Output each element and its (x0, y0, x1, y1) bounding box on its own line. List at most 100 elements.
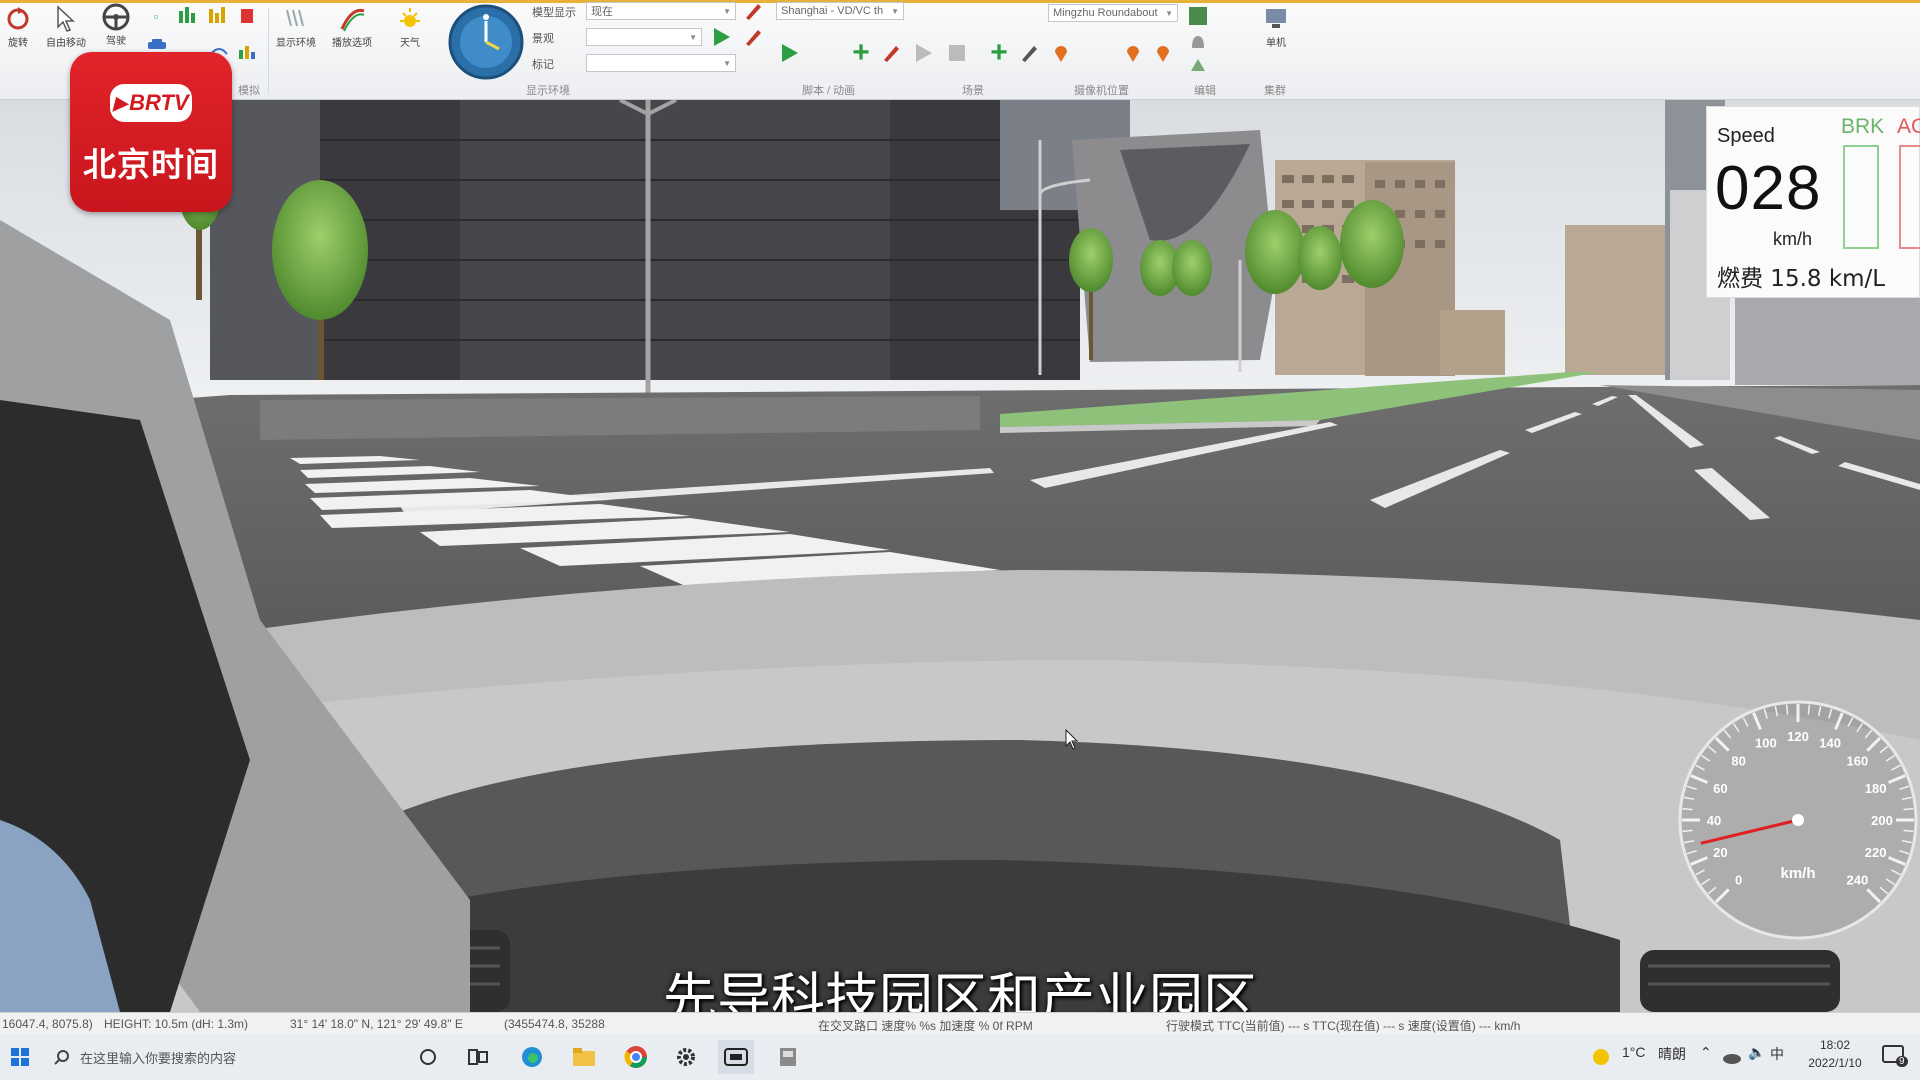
marker-select[interactable]: ▼ (586, 54, 736, 72)
weather-label: 天气 (400, 38, 420, 49)
cursor-icon (51, 4, 81, 34)
group-label-cluster: 集群 (1264, 85, 1286, 97)
fuel-economy: 燃费 15.8 km/L (1717, 266, 1886, 292)
standalone-label: 单机 (1266, 38, 1286, 49)
bar-chart-red-icon[interactable] (236, 4, 258, 26)
ime-indicator[interactable]: 中 (1770, 1044, 1784, 1064)
pen-icon[interactable] (1016, 40, 1042, 66)
tree-icon[interactable] (1186, 56, 1210, 76)
clock[interactable]: 18:02 2022/1/10 (1800, 1036, 1870, 1072)
search-icon (54, 1050, 69, 1065)
task-view-button[interactable] (460, 1040, 496, 1074)
map-select[interactable]: Shanghai - VD/VC th ▼ (776, 2, 904, 20)
time-of-day-dial-icon[interactable] (446, 2, 526, 82)
location-select[interactable]: Mingzhu Roundabout ▼ (1048, 4, 1178, 22)
chevron-down-icon: ▼ (723, 6, 731, 16)
add-icon[interactable]: + (848, 36, 874, 69)
speedometer-tick (1682, 807, 1693, 811)
image-icon[interactable] (1186, 4, 1210, 28)
windows-icon (11, 1048, 29, 1066)
bar-chart-green-icon[interactable] (176, 4, 198, 26)
map-select-value: Shanghai - VD/VC th (781, 5, 884, 17)
speedometer-tick-label: 120 (1787, 729, 1809, 744)
weather-button[interactable]: 天气 (390, 4, 430, 49)
rotate-button[interactable]: 旋转 (2, 4, 34, 49)
model-display-value: 现在 (591, 6, 613, 18)
edge-button[interactable] (514, 1040, 550, 1074)
speedometer-tick-label: 20 (1713, 845, 1727, 860)
simulator-app-button[interactable] (718, 1040, 754, 1074)
toggle-icon[interactable]: ▫ (146, 6, 166, 26)
drive-label: 驾驶 (106, 36, 126, 47)
logo-channel-name: 北京时间 (83, 145, 219, 184)
speedometer-tick-label: 0 (1735, 872, 1742, 887)
app-window-button[interactable] (770, 1040, 806, 1074)
speed-label: Speed (1717, 125, 1775, 147)
camera-marker-icon[interactable] (1048, 40, 1074, 66)
play-disabled-icon[interactable] (910, 40, 936, 66)
settings-button[interactable] (668, 1040, 704, 1074)
speedometer-tick-label: 220 (1865, 845, 1887, 860)
group-label-scene: 场景 (962, 85, 984, 97)
cortana-button[interactable] (410, 1040, 446, 1074)
cloud-icon[interactable] (1722, 1050, 1742, 1064)
status-latlon: 31° 14' 18.0" N, 121° 29' 49.8" E (290, 1017, 463, 1031)
tray-temperature: 1°C (1622, 1044, 1646, 1060)
pen-icon[interactable] (742, 26, 764, 48)
stop-icon[interactable] (944, 40, 970, 66)
speedometer-tick (1807, 704, 1811, 715)
add-icon[interactable]: + (986, 36, 1012, 69)
location-select-value: Mingzhu Roundabout (1053, 7, 1158, 19)
group-label-camera: 摄像机位置 (1074, 85, 1129, 97)
status-height: HEIGHT: 10.5m (dH: 1.3m) (104, 1017, 249, 1031)
play-icon[interactable] (708, 24, 734, 50)
clock-time: 18:02 (1819, 1038, 1851, 1052)
drive-button[interactable]: 驾驶 (98, 2, 134, 47)
speedometer-tick-label: 140 (1819, 735, 1841, 750)
model-display-select[interactable]: 现在 ▼ (586, 2, 736, 20)
display-environment-button[interactable]: 显示环境 (274, 4, 318, 49)
free-move-label: 自由移动 (46, 38, 86, 49)
chevron-down-icon: ▼ (723, 58, 731, 68)
location-pin-icon[interactable] (1120, 40, 1146, 66)
speedometer-tick-label: 200 (1871, 813, 1893, 828)
speedometer-tick-label: 40 (1707, 813, 1721, 828)
tray-overflow-chevron-icon[interactable]: ⌃ (1700, 1044, 1712, 1061)
speed-unit: km/h (1773, 229, 1813, 249)
location-pin-edit-icon[interactable] (1150, 40, 1176, 66)
taskbar-search[interactable]: 在这里输入你要搜索的内容 (44, 1040, 400, 1074)
pen-icon[interactable] (742, 0, 764, 22)
pen-icon[interactable] (878, 40, 904, 66)
ribbon-toolbar: 旋转 自由移动 驾驶 ▫ 显示环境 播放选项 天气 模型显示 现在 ▼ 景观 ▼… (0, 0, 1920, 100)
volume-icon[interactable]: 🔈 (1748, 1044, 1765, 1061)
free-move-button[interactable]: 自由移动 (44, 4, 88, 49)
chrome-icon (624, 1046, 647, 1068)
apartment-block (1565, 225, 1665, 375)
play-icon[interactable] (776, 40, 802, 66)
speedometer-hub (1792, 814, 1804, 826)
chevron-down-icon: ▼ (1165, 8, 1173, 18)
bell-icon[interactable] (1186, 30, 1210, 54)
rotate-button-label: 旋转 (8, 38, 28, 49)
scene-select[interactable]: ▼ (586, 28, 702, 46)
speedometer-tick-label: 240 (1847, 872, 1869, 887)
search-placeholder: 在这里输入你要搜索的内容 (80, 1050, 237, 1066)
accelerator-bar (1899, 145, 1920, 249)
playback-options-button[interactable]: 播放选项 (330, 4, 374, 49)
status-ttc: 行驶模式 TTC(当前值) --- s TTC(现在值) --- s 速度(设置… (1166, 1019, 1521, 1033)
speedometer-tick-label: 160 (1847, 754, 1869, 769)
standalone-button[interactable]: 单机 (1258, 4, 1294, 49)
play-triangle-icon: ▶ (113, 92, 128, 113)
bar-chart-yellow-icon[interactable] (206, 4, 228, 26)
simulation-viewport[interactable] (0, 100, 1920, 1012)
notification-center-button[interactable]: 9 (1880, 1042, 1910, 1072)
file-explorer-button[interactable] (566, 1040, 602, 1074)
start-button[interactable] (2, 1040, 38, 1074)
brtv-badge: ▶ BRTV (110, 84, 192, 122)
status-metrics: 在交叉路口 速度% %s 加速度 % 0f RPM (818, 1019, 1033, 1033)
status-coords: 16047.4, 8075.8) (2, 1017, 93, 1031)
chrome-button[interactable] (618, 1040, 654, 1074)
chart-small-icon[interactable] (236, 40, 258, 62)
speedometer-tick-label: 80 (1731, 754, 1745, 769)
notification-count-badge: 9 (1896, 1056, 1908, 1067)
